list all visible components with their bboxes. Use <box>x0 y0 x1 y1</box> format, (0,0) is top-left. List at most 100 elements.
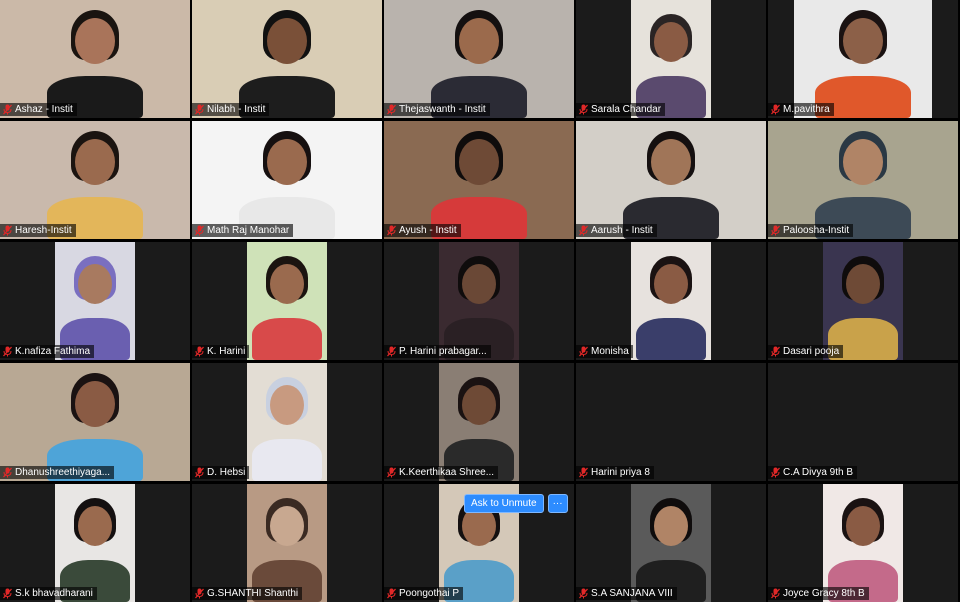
mic-muted-icon <box>387 225 396 236</box>
participant-nameplate: D. Hebsi <box>192 466 250 479</box>
participant-video <box>823 484 903 602</box>
mic-muted-icon <box>3 104 12 115</box>
participant-name: Sarala Chandar <box>591 104 662 115</box>
participant-tile[interactable]: Paloosha-Instit <box>768 121 958 239</box>
participant-tile[interactable]: Aarush - Instit <box>576 121 766 239</box>
mic-muted-icon <box>771 104 780 115</box>
participant-nameplate: Joyce Gracy 8th B <box>768 587 869 600</box>
participant-tile[interactable]: Ayush - Instit <box>384 121 574 239</box>
participant-video <box>247 242 327 360</box>
mic-muted-icon <box>387 588 396 599</box>
participant-tile[interactable]: C.A Divya 9th B <box>768 363 958 481</box>
participant-figure <box>47 363 143 481</box>
participant-figure <box>47 0 143 118</box>
mic-muted-icon <box>387 467 396 478</box>
participant-figure <box>828 484 898 602</box>
participant-nameplate: S.A SANJANA VIII <box>576 587 677 600</box>
participant-tile[interactable]: Joyce Gracy 8th B <box>768 484 958 602</box>
participant-video <box>576 121 766 239</box>
participant-tile[interactable]: Math Raj Manohar <box>192 121 382 239</box>
participant-figure <box>623 121 719 239</box>
participant-name: P. Harini prabagar... <box>399 346 487 357</box>
participant-figure <box>431 0 527 118</box>
mic-muted-icon <box>195 104 204 115</box>
participant-video <box>439 363 519 481</box>
mic-muted-icon <box>579 346 588 357</box>
participant-tile[interactable]: P. Harini prabagar... <box>384 242 574 360</box>
participant-nameplate: S.k bhavadharani <box>0 587 97 600</box>
participant-figure <box>239 121 335 239</box>
participant-nameplate: K. Harini <box>192 345 250 358</box>
participant-tile[interactable]: Dasari pooja <box>768 242 958 360</box>
participant-nameplate: Ashaz - Instit <box>0 103 77 116</box>
participant-video <box>55 242 135 360</box>
participant-name: Monisha <box>591 346 629 357</box>
participant-figure <box>60 242 130 360</box>
ask-to-unmute-button[interactable]: Ask to Unmute <box>464 494 544 513</box>
participant-nameplate: Ayush - Instit <box>384 224 461 237</box>
participant-video <box>0 363 190 481</box>
participant-tile[interactable]: Ashaz - Instit <box>0 0 190 118</box>
participant-nameplate: M.pavithra <box>768 103 834 116</box>
participant-nameplate: Math Raj Manohar <box>192 224 294 237</box>
participant-nameplate: Nilabh - Instit <box>192 103 270 116</box>
participant-nameplate: P. Harini prabagar... <box>384 345 491 358</box>
participant-tile[interactable]: D. Hebsi <box>192 363 382 481</box>
participant-nameplate: G.SHANTHI Shanthi <box>192 587 303 600</box>
more-options-button[interactable]: ··· <box>547 494 568 513</box>
participant-nameplate: Aarush - Instit <box>576 224 657 237</box>
mic-muted-icon <box>3 588 12 599</box>
participant-nameplate: Harini priya 8 <box>576 466 654 479</box>
participant-figure <box>252 363 322 481</box>
mic-muted-icon <box>771 346 780 357</box>
participant-nameplate: C.A Divya 9th B <box>768 466 858 479</box>
participant-name: Ashaz - Instit <box>15 104 73 115</box>
participant-tile[interactable]: K. Harini <box>192 242 382 360</box>
participant-tile[interactable]: S.k bhavadharani <box>0 484 190 602</box>
participant-nameplate: Paloosha-Instit <box>768 224 854 237</box>
participant-video <box>192 0 382 118</box>
participant-tile[interactable]: K.nafiza Fathima <box>0 242 190 360</box>
participant-tile[interactable]: Thejaswanth - Instit <box>384 0 574 118</box>
participant-figure <box>636 0 706 118</box>
participant-figure <box>47 121 143 239</box>
mic-muted-icon <box>579 225 588 236</box>
participant-video <box>631 484 711 602</box>
participant-tile[interactable]: Dhanushreethiyaga... <box>0 363 190 481</box>
participant-name: S.k bhavadharani <box>15 588 93 599</box>
participant-nameplate: Dasari pooja <box>768 345 844 358</box>
participant-tile[interactable]: Sarala Chandar <box>576 0 766 118</box>
mic-muted-icon <box>771 467 780 478</box>
participant-tile[interactable]: K.Keerthikaa Shree... <box>384 363 574 481</box>
participant-tile[interactable]: Haresh-Instit <box>0 121 190 239</box>
mic-muted-icon <box>3 346 12 357</box>
participant-figure <box>636 242 706 360</box>
participant-name: K.Keerthikaa Shree... <box>399 467 495 478</box>
mic-muted-icon <box>195 588 204 599</box>
participant-video <box>0 121 190 239</box>
mic-muted-icon <box>387 346 396 357</box>
participant-name: S.A SANJANA VIII <box>591 588 673 599</box>
participant-tile[interactable]: Nilabh - Instit <box>192 0 382 118</box>
participant-tile[interactable]: Harini priya 8 <box>576 363 766 481</box>
participant-video <box>247 363 327 481</box>
participant-nameplate: K.Keerthikaa Shree... <box>384 466 499 479</box>
mic-muted-icon <box>3 467 12 478</box>
mic-muted-icon <box>195 467 204 478</box>
participant-name: D. Hebsi <box>207 467 246 478</box>
participant-figure <box>828 242 898 360</box>
participant-tile[interactable]: M.pavithra <box>768 0 958 118</box>
participant-video <box>631 242 711 360</box>
participant-name: Harini priya 8 <box>591 467 650 478</box>
mic-muted-icon <box>579 467 588 478</box>
participant-tile[interactable]: S.A SANJANA VIII <box>576 484 766 602</box>
participant-tile[interactable]: G.SHANTHI Shanthi <box>192 484 382 602</box>
mic-muted-icon <box>771 588 780 599</box>
participant-name: C.A Divya 9th B <box>783 467 854 478</box>
participant-tile[interactable]: Monisha <box>576 242 766 360</box>
mic-muted-icon <box>771 225 780 236</box>
participant-nameplate: Monisha <box>576 345 633 358</box>
participant-name: K.nafiza Fathima <box>15 346 91 357</box>
participant-name: Joyce Gracy 8th B <box>783 588 865 599</box>
participant-nameplate: Dhanushreethiyaga... <box>0 466 115 479</box>
